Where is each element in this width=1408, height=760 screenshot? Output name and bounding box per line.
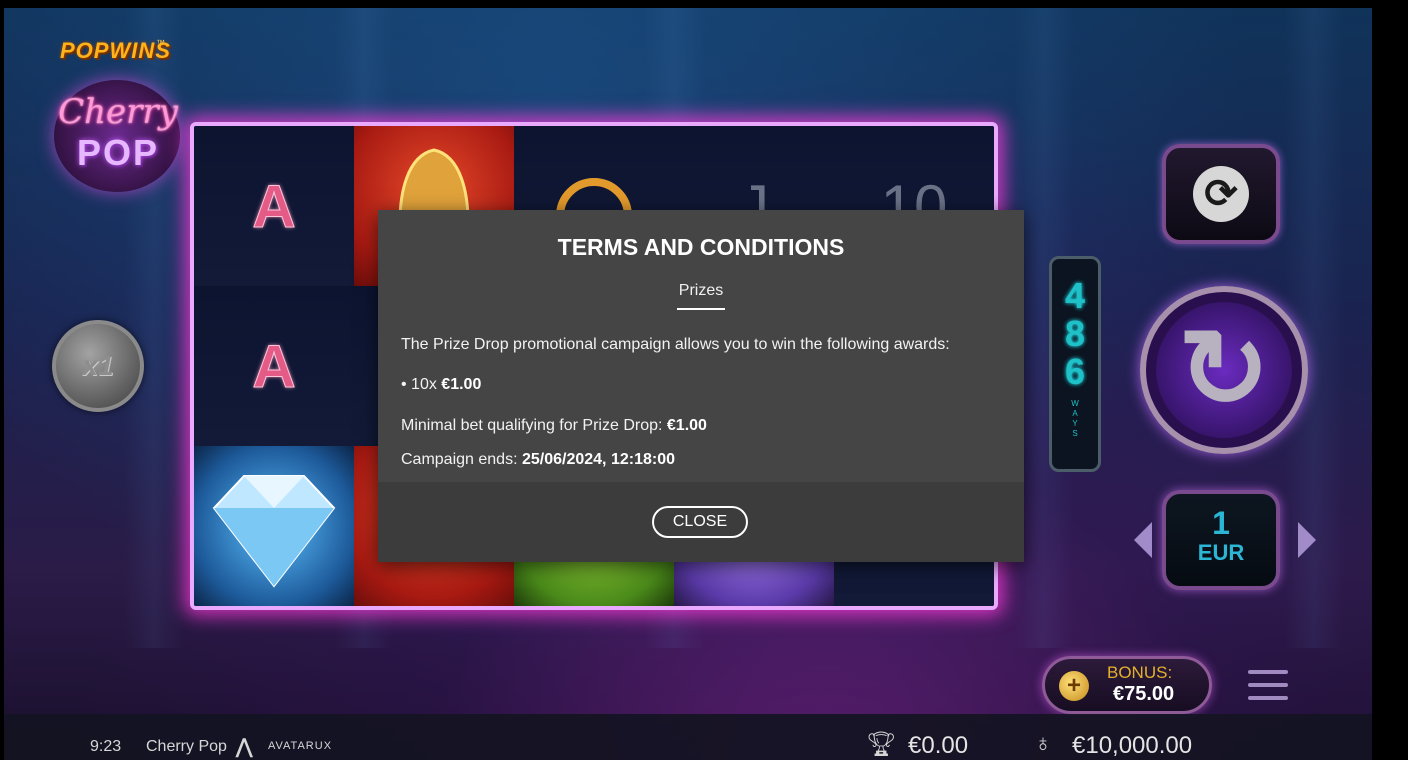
game-name: Cherry Pop bbox=[146, 738, 227, 755]
bet-value: 1 bbox=[1212, 505, 1230, 541]
game-logo-cherry: Cherry bbox=[58, 92, 178, 132]
bet-selector[interactable]: 1 EUR bbox=[1162, 490, 1280, 590]
campaign-end-line: Campaign ends: 25/06/2024, 12:18:00 bbox=[401, 451, 675, 469]
min-bet-line: Minimal bet qualifying for Prize Drop: €… bbox=[401, 417, 707, 435]
bonus-label: BONUS: bbox=[1107, 663, 1173, 682]
win-amount: €0.00 bbox=[908, 732, 969, 759]
popwins-logo: POPWINS bbox=[60, 38, 171, 63]
terms-modal: TERMS AND CONDITIONS Prizes The Prize Dr… bbox=[378, 210, 1024, 562]
ways-digit: 8 bbox=[1064, 313, 1086, 354]
ways-indicator: 4 8 6 WAYS bbox=[1049, 256, 1101, 472]
modal-footer: CLOSE bbox=[378, 482, 1024, 562]
trophy-icon: 🏆︎ bbox=[866, 731, 897, 758]
modal-title: TERMS AND CONDITIONS bbox=[557, 234, 845, 260]
spin-arrow-icon: ↻ bbox=[1177, 308, 1271, 431]
min-bet-label: Minimal bet qualifying for Prize Drop: bbox=[401, 417, 667, 434]
hamburger-line bbox=[1248, 683, 1288, 687]
prize-value: €1.00 bbox=[441, 376, 482, 393]
balance-amount: €10,000.00 bbox=[1072, 732, 1193, 759]
ways-digit: 6 bbox=[1064, 351, 1086, 392]
spin-button[interactable]: ↻ bbox=[1140, 286, 1308, 454]
tab-prizes[interactable]: Prizes bbox=[652, 282, 750, 300]
tab-underline bbox=[677, 308, 725, 310]
campaign-end-value: 25/06/2024, 12:18:00 bbox=[521, 451, 675, 468]
plus-coin-icon: + bbox=[1059, 671, 1089, 701]
bullet: • bbox=[401, 376, 412, 393]
bet-currency: EUR bbox=[1197, 540, 1245, 565]
reel-cell bbox=[194, 446, 354, 606]
money-bag-icon: ♁ bbox=[1034, 730, 1052, 757]
autoplay-arrows-icon: ⟳ bbox=[1193, 166, 1249, 222]
status-bar: 9:23 Cherry Pop ⋀ AVATARUX 🏆︎ €0.00 ♁ €1… bbox=[4, 714, 1372, 760]
campaign-end-label: Campaign ends: bbox=[401, 451, 522, 468]
prize-count: 10x bbox=[411, 376, 442, 393]
autoplay-button[interactable]: ⟳ bbox=[1162, 144, 1280, 244]
clock: 9:23 bbox=[90, 738, 122, 755]
provider-logo-icon: ⋀ bbox=[236, 736, 253, 758]
trademark-mark: ™ bbox=[156, 38, 165, 48]
ways-label: WAYS bbox=[1071, 399, 1079, 438]
multiplier-label: x1 bbox=[82, 350, 114, 381]
reel-cell: A bbox=[194, 286, 354, 446]
bonus-amount: €75.00 bbox=[1113, 683, 1175, 705]
bet-decrease-arrow-icon[interactable] bbox=[1134, 522, 1152, 558]
symbol-a: A bbox=[252, 332, 296, 400]
provider-logo: AVATARUX bbox=[268, 740, 333, 752]
hamburger-icon bbox=[1248, 670, 1288, 674]
multiplier-coin: x1 bbox=[52, 320, 144, 412]
game-logo-pop: POP bbox=[76, 132, 160, 173]
menu-button[interactable] bbox=[1248, 670, 1288, 706]
bonus-button[interactable]: + BONUS: €75.00 bbox=[1042, 656, 1212, 714]
game-stage: POPWINS ™ Cherry POP A J 10 A x1 4 8 6 W… bbox=[4, 8, 1372, 760]
min-bet-value: €1.00 bbox=[666, 417, 707, 434]
symbol-a: A bbox=[252, 172, 296, 240]
diamond-icon bbox=[212, 475, 336, 588]
hamburger-line bbox=[1248, 696, 1288, 700]
campaign-intro: The Prize Drop promotional campaign allo… bbox=[401, 336, 950, 353]
ways-digit: 4 bbox=[1064, 275, 1086, 316]
bet-increase-arrow-icon[interactable] bbox=[1298, 522, 1316, 558]
prize-list-item: • 10x €1.00 bbox=[401, 376, 481, 394]
reel-cell: A bbox=[194, 126, 354, 286]
close-button[interactable]: CLOSE bbox=[652, 506, 748, 538]
